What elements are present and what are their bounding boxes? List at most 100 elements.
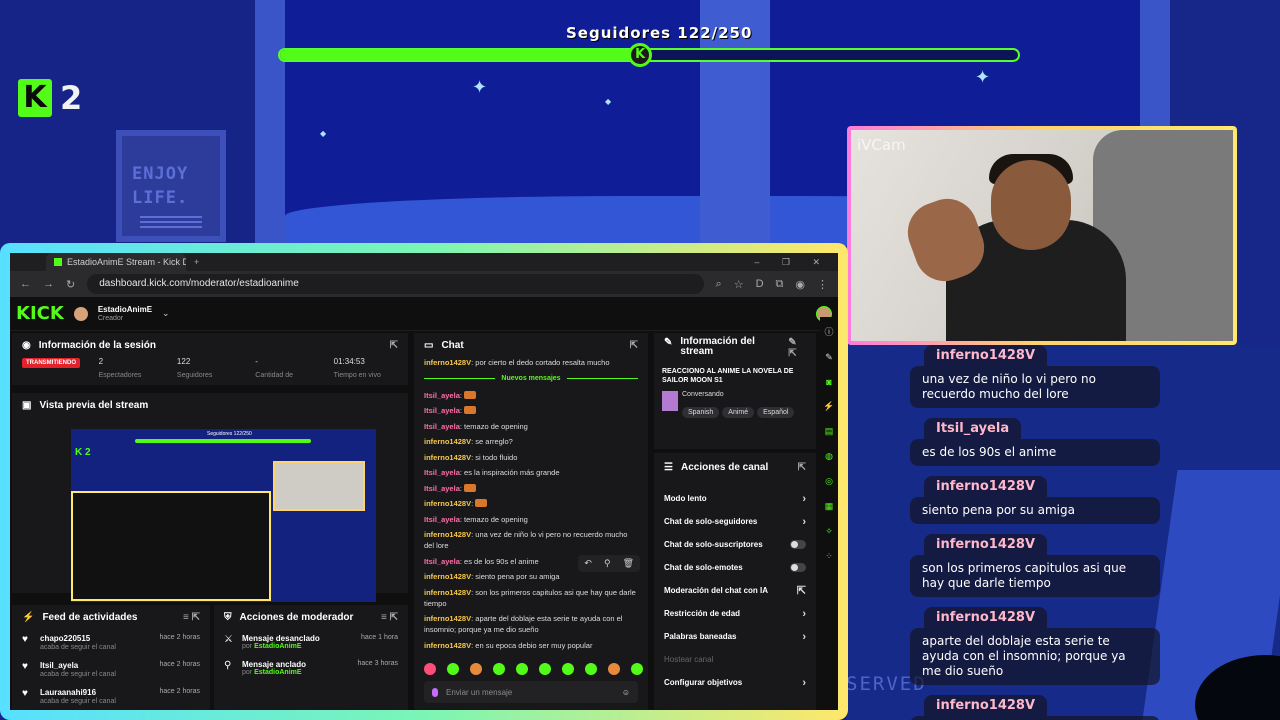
chat-message[interactable]: Itsil_ayela: bbox=[424, 483, 638, 494]
window-controls[interactable]: – ❐ ✕ bbox=[754, 257, 830, 268]
emote-icon[interactable] bbox=[516, 663, 528, 675]
chat-username[interactable]: Itsil_ayela bbox=[424, 515, 460, 524]
emote-icon[interactable] bbox=[539, 663, 551, 675]
url-input[interactable]: dashboard.kick.com/moderator/estadioanim… bbox=[87, 274, 704, 294]
activity-feed-item[interactable]: ♥ Lauraanahi916 acaba de seguir el canal ha… bbox=[12, 683, 210, 710]
toggle-switch[interactable] bbox=[790, 540, 806, 549]
chat-message[interactable]: inferno1428V: en su epoca debio ser muy … bbox=[424, 640, 638, 651]
chat-message[interactable]: inferno1428V: una vez de niño lo vi pero… bbox=[424, 529, 638, 551]
bookmark-star-icon[interactable]: ☆ bbox=[734, 278, 744, 291]
emote-icon[interactable] bbox=[447, 663, 459, 675]
chat-bubble-icon[interactable]: ◍ bbox=[825, 451, 833, 462]
new-tab-icon[interactable]: + bbox=[194, 257, 199, 267]
tools-icon[interactable]: ✧ bbox=[825, 526, 833, 537]
chat-username[interactable]: inferno1428V bbox=[424, 572, 471, 581]
activity-feed-item[interactable]: ♥ chapo220515 acaba de seguir el canal hace… bbox=[12, 629, 210, 656]
activity-feed-item[interactable]: ♥ Itsil_ayela acaba de seguir el canal hace… bbox=[12, 656, 210, 683]
more-icon[interactable]: ⁘ bbox=[825, 551, 833, 562]
camera-icon[interactable]: ◙ bbox=[826, 377, 831, 387]
chat-username[interactable]: Itsil_ayela bbox=[424, 422, 460, 431]
reply-icon[interactable]: ↶ bbox=[584, 558, 592, 569]
pin-icon[interactable]: ⚲ bbox=[604, 558, 611, 569]
mod-action-item[interactable]: ⚲ Mensaje anclado por EstadioAnimE hace 3 h… bbox=[214, 655, 408, 681]
filter-icon[interactable]: ≡ ⇱ bbox=[381, 612, 398, 623]
chat-username[interactable]: Itsil_ayela bbox=[424, 557, 460, 566]
chat-message[interactable]: Itsil_ayela: temazo de opening bbox=[424, 514, 638, 525]
extension-d-icon[interactable]: D bbox=[756, 278, 764, 290]
stream-tag[interactable]: Animé bbox=[722, 407, 755, 418]
chat-text: si todo fluido bbox=[475, 452, 518, 462]
chat-message[interactable]: Itsil_ayela: bbox=[424, 390, 638, 401]
forward-icon[interactable]: → bbox=[43, 278, 54, 290]
toggle-switch[interactable] bbox=[790, 563, 806, 572]
emoji-icon[interactable]: ☺ bbox=[622, 688, 630, 697]
channel-action-item[interactable]: Chat de solo-seguidores › bbox=[654, 510, 816, 533]
chat-message[interactable]: inferno1428V: por cierto el dedo cortado… bbox=[424, 357, 638, 368]
chat-message[interactable]: inferno1428V: siento pena por su amiga bbox=[424, 571, 638, 582]
chat-username[interactable]: Itsil_ayela bbox=[424, 468, 460, 477]
chat-username[interactable]: Itsil_ayela bbox=[424, 406, 460, 415]
chat-message-input[interactable]: Enviar un mensaje ☺ bbox=[424, 681, 638, 703]
extensions-icon[interactable]: ⧉ bbox=[776, 278, 784, 291]
chat-username[interactable]: inferno1428V bbox=[424, 499, 471, 508]
chat-message[interactable]: inferno1428V: bbox=[424, 498, 638, 509]
chat-message[interactable]: inferno1428V: son los primeros capitulos… bbox=[424, 587, 638, 609]
emote-icon[interactable] bbox=[585, 663, 597, 675]
emote-icon[interactable] bbox=[493, 663, 505, 675]
trash-icon[interactable]: 🗑 bbox=[623, 558, 634, 569]
chat-username[interactable]: Itsil_ayela bbox=[424, 391, 460, 400]
chat-username[interactable]: inferno1428V bbox=[424, 641, 471, 650]
overlay-chat-text: en su epoca debio ser muy popular bbox=[910, 716, 1160, 720]
chat-message[interactable]: Itsil_ayela: temazo de opening bbox=[424, 421, 638, 432]
back-icon[interactable]: ← bbox=[20, 278, 31, 290]
filter-icon[interactable]: ≡ ⇱ bbox=[183, 612, 200, 623]
emote-icon[interactable] bbox=[608, 663, 620, 675]
chat-username[interactable]: inferno1428V bbox=[424, 588, 471, 597]
document-icon[interactable]: ▤ bbox=[825, 426, 834, 437]
chat-username[interactable]: inferno1428V bbox=[424, 453, 471, 462]
broadcast-icon[interactable]: ◎ bbox=[825, 476, 833, 487]
browser-menu-icon[interactable]: ⋮ bbox=[817, 278, 828, 291]
profile-icon[interactable]: ◉ bbox=[795, 278, 805, 291]
emote-icon[interactable] bbox=[470, 663, 482, 675]
edit-icon[interactable]: ✎ ⇱ bbox=[788, 337, 806, 359]
chat-username[interactable]: inferno1428V bbox=[424, 614, 471, 623]
stream-tag[interactable]: Spanish bbox=[682, 407, 720, 418]
emote-icon[interactable] bbox=[562, 663, 574, 675]
channel-switcher[interactable]: EstadioAnimE Creador bbox=[98, 305, 152, 322]
expand-icon[interactable]: ⇱ bbox=[390, 340, 398, 351]
chevron-down-icon[interactable]: ⌄ bbox=[162, 308, 170, 319]
layout-icon[interactable]: ▦ bbox=[825, 501, 834, 512]
bolt-icon[interactable]: ⚡ bbox=[823, 401, 834, 412]
channel-action-item[interactable]: Modo lento › bbox=[654, 487, 816, 510]
emote-icon[interactable] bbox=[631, 663, 643, 675]
channel-action-item[interactable]: Hostear canal bbox=[654, 648, 816, 671]
pencil-icon[interactable]: ✎ bbox=[825, 352, 833, 363]
emote-icon[interactable] bbox=[424, 663, 436, 675]
reload-icon[interactable]: ↻ bbox=[66, 278, 75, 291]
channel-action-item[interactable]: Restricción de edad › bbox=[654, 602, 816, 625]
channel-action-item[interactable]: Chat de solo-suscriptores bbox=[654, 533, 816, 556]
chat-message[interactable]: inferno1428V: aparte del doblaje esta se… bbox=[424, 613, 638, 635]
stream-tag[interactable]: Español bbox=[757, 407, 795, 418]
chat-message[interactable]: Itsil_ayela: es la inspiración más grand… bbox=[424, 467, 638, 478]
browser-tab[interactable]: EstadioAnimE Stream - Kick Da bbox=[46, 253, 186, 271]
chat-username[interactable]: inferno1428V bbox=[424, 530, 471, 539]
channel-action-item[interactable]: Configurar objetivos › bbox=[654, 671, 816, 694]
channel-action-item[interactable]: Moderación del chat con IA ⇱ bbox=[654, 579, 816, 602]
channel-action-item[interactable]: Palabras baneadas › bbox=[654, 625, 816, 648]
chat-message[interactable]: inferno1428V: se arreglo? bbox=[424, 436, 638, 447]
channel-action-item[interactable]: Chat de solo-emotes bbox=[654, 556, 816, 579]
mod-action-item[interactable]: ⚔ Mensaje desanclado por EstadioAnimE hace … bbox=[214, 629, 408, 655]
popout-icon[interactable]: ⇱ bbox=[798, 462, 806, 473]
zoom-icon[interactable]: ⌕ bbox=[716, 278, 722, 291]
chat-username[interactable]: Itsil_ayela bbox=[424, 484, 460, 493]
info-icon[interactable]: ⓘ bbox=[824, 325, 833, 338]
chat-username[interactable]: inferno1428V bbox=[424, 437, 471, 446]
chat-message[interactable]: Itsil_ayela: bbox=[424, 405, 638, 416]
stream-preview-video[interactable]: Seguidores 122/250 K 2 bbox=[71, 429, 376, 602]
chat-message[interactable]: inferno1428V: si todo fluido bbox=[424, 452, 638, 463]
microphone-icon[interactable] bbox=[432, 687, 438, 697]
kick-logo[interactable]: KICK bbox=[16, 303, 64, 324]
popout-icon[interactable]: ⇱ bbox=[630, 340, 638, 351]
